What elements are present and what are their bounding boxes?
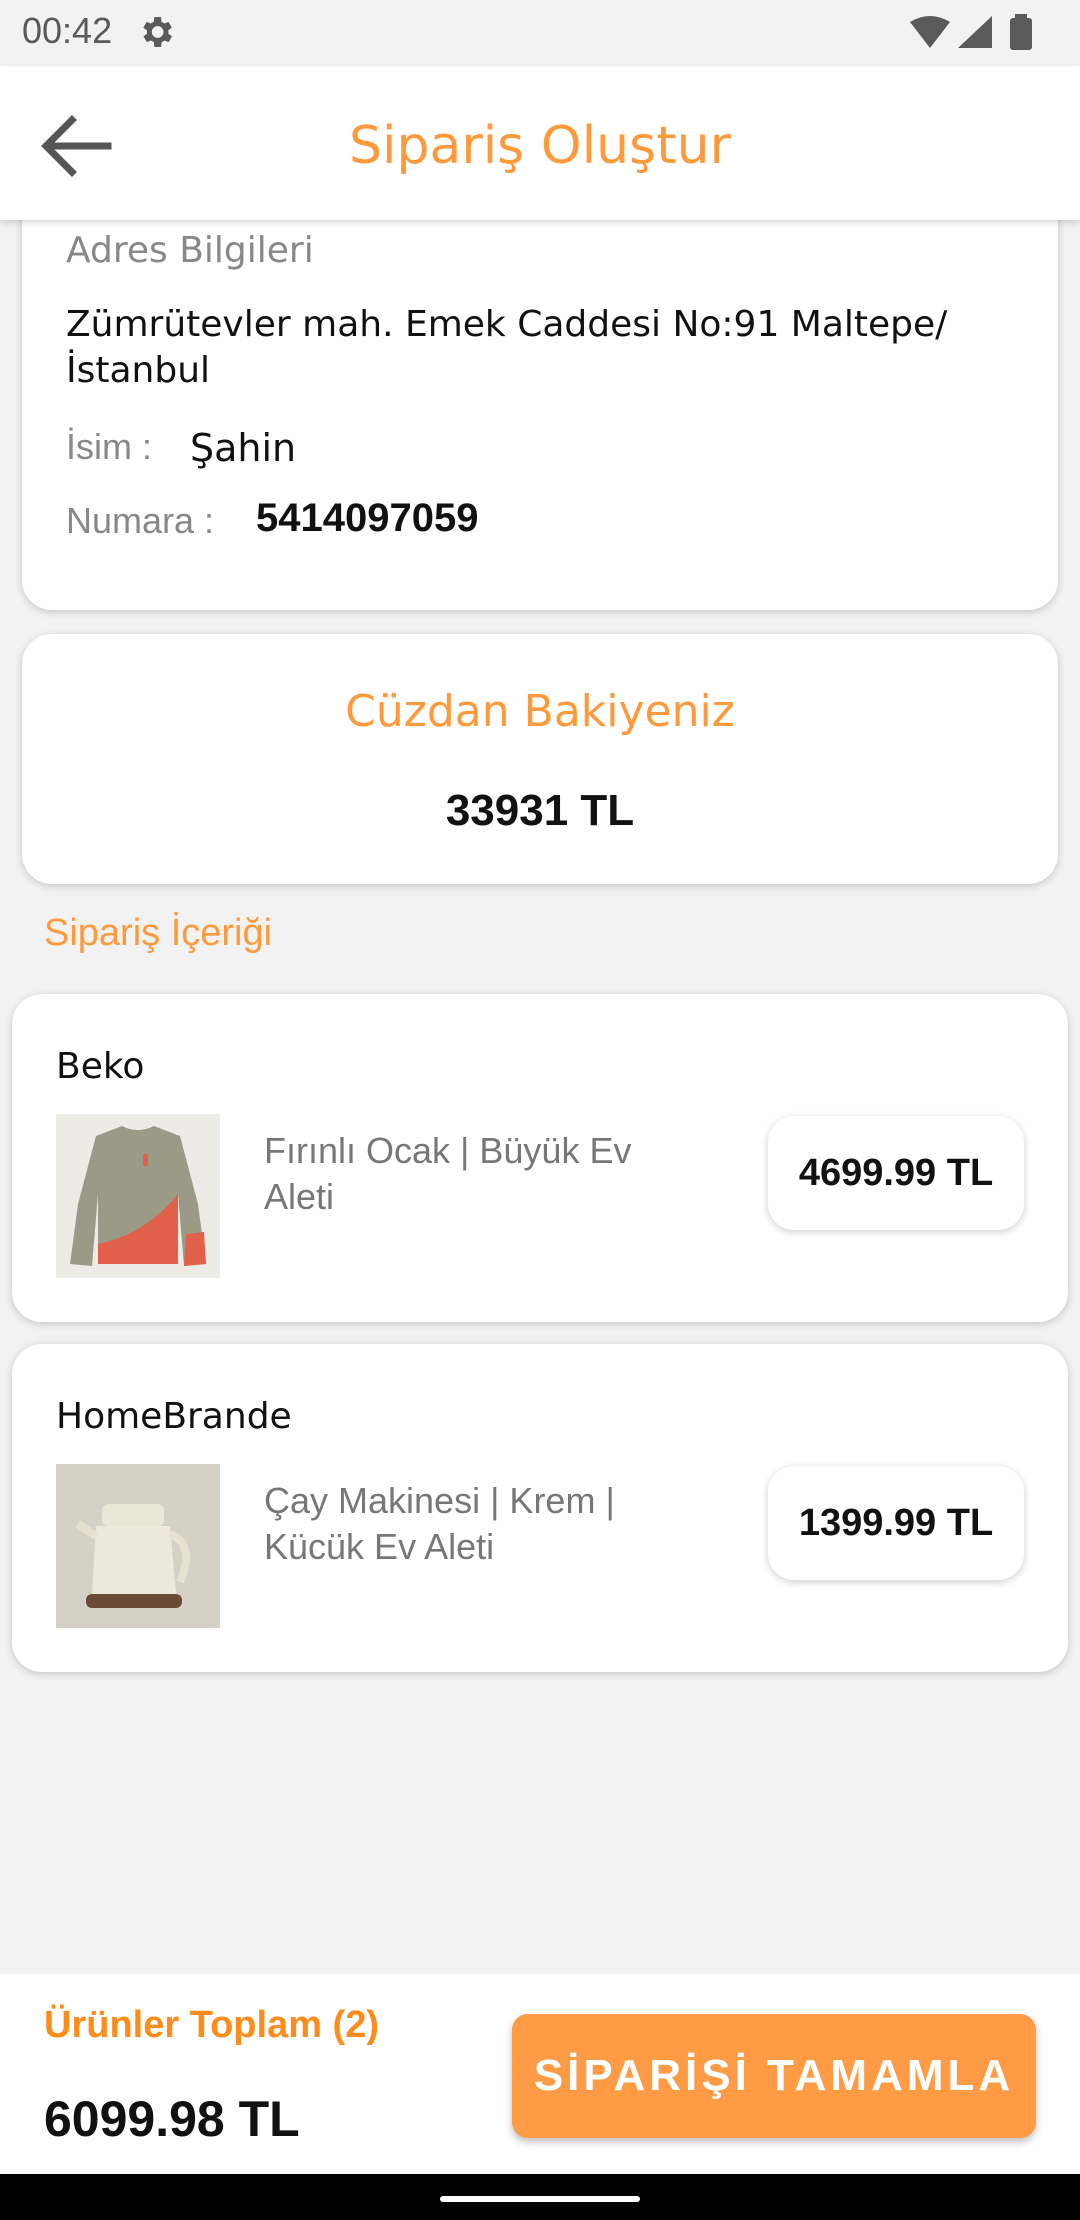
item-description: Çay Makinesi | Krem | Kücük Ev Aleti [264, 1480, 615, 1567]
address-text: Zümrütevler mah. Emek Caddesi No:91 Malt… [66, 304, 948, 391]
item-price: 1399.99 TL [798, 1501, 994, 1544]
wallet-title: Cüzdan Bakiyeniz [345, 686, 735, 737]
settings-gear-icon [143, 17, 172, 47]
name-value: Şahin [190, 426, 297, 470]
battery-icon [1010, 18, 1032, 50]
order-summary-bar: Ürünler Toplam (2) 6099.98 TL SİPARİŞİ T… [0, 1974, 1080, 2174]
wallet-card: Cüzdan Bakiyeniz 33931 TL [22, 634, 1058, 884]
product-image-sweatshirt [56, 1114, 220, 1278]
product-image-kettle [56, 1464, 220, 1628]
item-brand: HomeBrande [56, 1396, 292, 1437]
status-icons [910, 14, 1032, 50]
total-label: Ürünler Toplam (2) [44, 2004, 379, 2046]
complete-order-button[interactable]: SİPARİŞİ TAMAMLA [512, 2014, 1036, 2138]
navigation-bar [0, 2174, 1080, 2220]
item-description: Fırınlı Ocak | Büyük Ev Aleti [264, 1130, 632, 1217]
number-label: Numara : [66, 500, 215, 541]
total-value: 6099.98 TL [44, 2091, 300, 2147]
item-price-box: 4699.99 TL [768, 1116, 1024, 1230]
number-value: 5414097059 [256, 496, 479, 540]
address-heading: Adres Bilgileri [66, 230, 314, 271]
wifi-icon [910, 16, 950, 48]
order-content-title: Sipariş İçeriği [44, 912, 273, 954]
app-bar: Sipariş Oluştur [0, 66, 1080, 220]
item-price: 4699.99 TL [798, 1151, 994, 1194]
order-item[interactable]: Beko Fırınlı Ocak | Büyük Ev Aleti 4699.… [12, 994, 1068, 1322]
item-price-box: 1399.99 TL [768, 1466, 1024, 1580]
wallet-amount: 33931 TL [445, 786, 635, 835]
address-card: Adres Bilgileri Zümrütevler mah. Emek Ca… [22, 190, 1058, 610]
order-item[interactable]: HomeBrande Çay Makinesi | Krem | Kücük E… [12, 1344, 1068, 1672]
status-time: 00:42 [22, 10, 113, 51]
item-brand: Beko [56, 1046, 145, 1087]
signal-icon [958, 16, 992, 48]
page-title: Sipariş Oluştur [349, 116, 731, 176]
name-label: İsim : [66, 426, 152, 467]
home-handle[interactable] [440, 2196, 640, 2202]
status-bar: 00:42 [0, 0, 1080, 66]
